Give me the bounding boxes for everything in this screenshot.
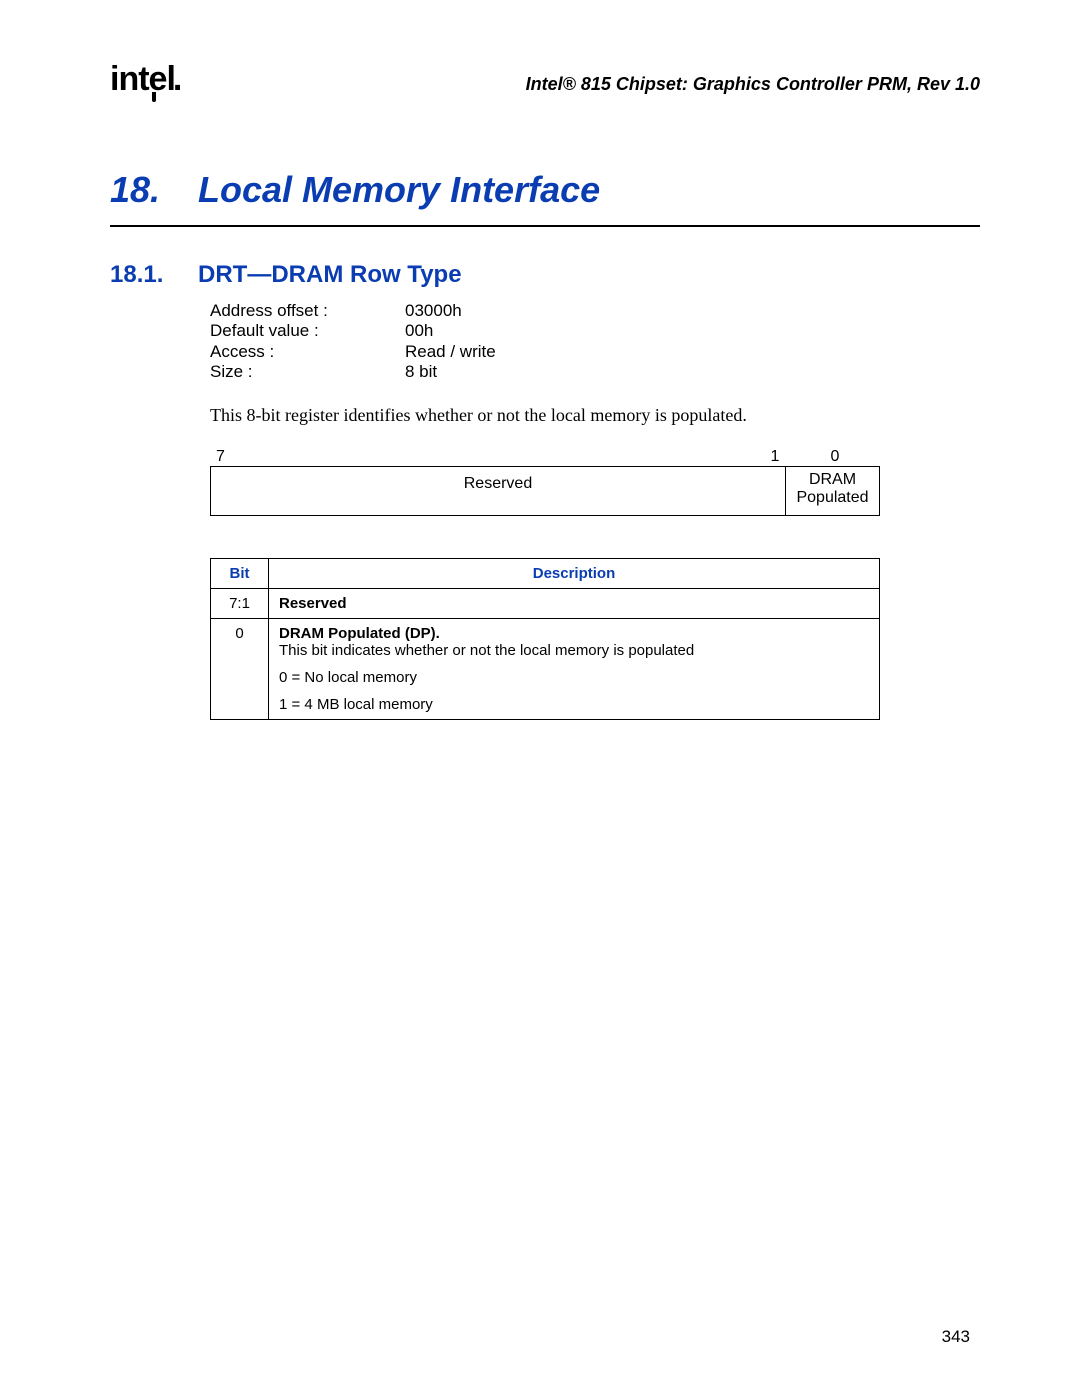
chapter-heading: 18.Local Memory Interface (110, 169, 980, 211)
prop-label-size: Size : (210, 362, 405, 382)
document-title: Intel® 815 Chipset: Graphics Controller … (526, 74, 980, 95)
bitfield-diagram: 7 1 0 Reserved DRAM Populated (210, 448, 880, 516)
register-properties: Address offset : 03000h Default value : … (210, 301, 980, 383)
section-number: 18.1. (110, 261, 198, 289)
chapter-rule (110, 225, 980, 227)
prop-label-address-offset: Address offset : (210, 301, 405, 321)
table-cell-bit: 7:1 (211, 588, 269, 618)
table-cell-bit: 0 (211, 618, 269, 719)
table-cell-desc: Reserved (269, 588, 880, 618)
prop-value-access: Read / write (405, 342, 496, 362)
chapter-title: Local Memory Interface (198, 169, 600, 210)
bit-number-7: 7 (210, 448, 760, 466)
bit-number-1: 1 (760, 448, 790, 466)
bit-description-table: Bit Description 7:1 Reserved 0 DRAM Popu… (210, 558, 880, 720)
bit-number-0: 0 (790, 448, 880, 466)
chapter-number: 18. (110, 169, 198, 211)
prop-value-size: 8 bit (405, 362, 437, 382)
bitfield-dram-populated: DRAM Populated (786, 467, 879, 515)
register-description: This 8-bit register identifies whether o… (210, 405, 980, 426)
table-header-bit: Bit (211, 558, 269, 588)
page-number: 343 (942, 1327, 970, 1347)
prop-label-default-value: Default value : (210, 321, 405, 341)
prop-label-access: Access : (210, 342, 405, 362)
table-header-description: Description (269, 558, 880, 588)
table-row: 7:1 Reserved (211, 588, 880, 618)
intel-logo: intel. (110, 60, 181, 99)
page-header: intel. Intel® 815 Chipset: Graphics Cont… (110, 60, 980, 99)
prop-value-default-value: 00h (405, 321, 433, 341)
table-cell-desc: DRAM Populated (DP). This bit indicates … (269, 618, 880, 719)
prop-value-address-offset: 03000h (405, 301, 462, 321)
section-heading: 18.1.DRT—DRAM Row Type (110, 261, 980, 289)
section-title: DRT—DRAM Row Type (198, 261, 462, 288)
table-row: 0 DRAM Populated (DP). This bit indicate… (211, 618, 880, 719)
bitfield-reserved: Reserved (211, 467, 786, 515)
